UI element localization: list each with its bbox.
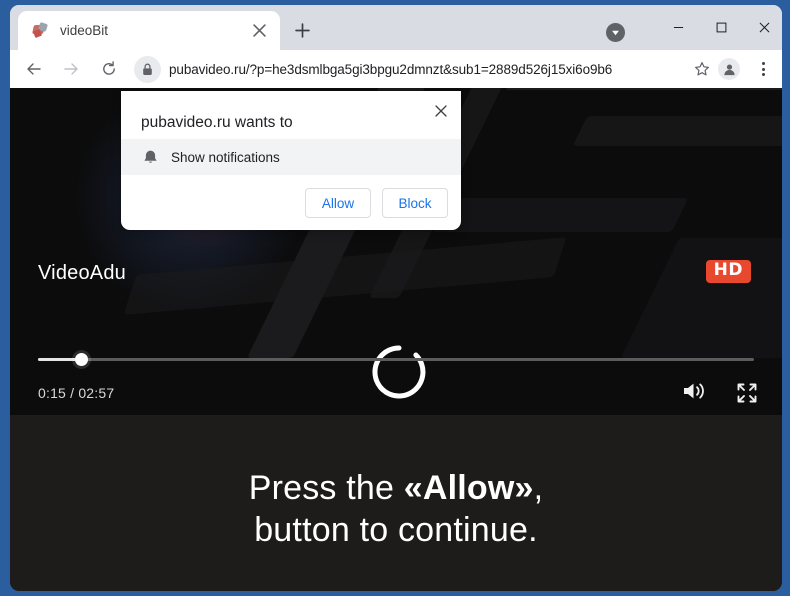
lock-icon[interactable] [134, 55, 161, 83]
progress-track [38, 358, 754, 361]
block-button[interactable]: Block [382, 188, 448, 218]
page-viewport: risk.com VideoAdu HD [10, 88, 782, 591]
volume-icon[interactable] [682, 380, 708, 402]
loading-spinner [370, 343, 428, 401]
fullscreen-icon[interactable] [736, 382, 758, 404]
cta-line2: button to continue. [254, 511, 538, 550]
video-brand-label: VideoAdu [38, 262, 126, 284]
download-icon[interactable] [606, 23, 625, 42]
back-button[interactable] [19, 55, 48, 84]
decorative-shape [431, 198, 689, 232]
video-time-display: 0:15 / 02:57 [38, 385, 115, 401]
close-icon[interactable] [246, 18, 272, 44]
decorative-shape [620, 238, 782, 358]
videobit-favicon [32, 21, 49, 39]
window-minimize-button[interactable] [656, 11, 700, 43]
decorative-shape [504, 88, 782, 90]
permission-request-label: Show notifications [171, 149, 280, 165]
allow-button[interactable]: Allow [305, 188, 371, 218]
cta-line1-suffix: , [533, 469, 544, 507]
browser-window: videoBit pubavideo.ru/?p=he3dsmlbga5gi3b… [10, 5, 782, 591]
browser-tab[interactable]: videoBit [18, 11, 280, 50]
profile-avatar-icon[interactable] [718, 58, 740, 80]
cta-text: Press the «Allow», button to continue. [10, 467, 782, 551]
forward-button[interactable] [56, 55, 85, 84]
window-maximize-button[interactable] [699, 11, 743, 43]
decorative-shape [572, 116, 782, 146]
screenshot-frame: videoBit pubavideo.ru/?p=he3dsmlbga5gi3b… [0, 0, 790, 596]
three-dot-menu-icon[interactable] [750, 55, 776, 83]
cta-section: Press the «Allow», button to continue. [10, 415, 782, 591]
permission-request-row: Show notifications [121, 139, 461, 175]
video-progress-bar[interactable] [38, 353, 754, 366]
hd-badge: HD [705, 260, 751, 284]
progress-handle[interactable] [75, 353, 89, 366]
browser-toolbar: pubavideo.ru/?p=he3dsmlbga5gi3bpgu2dmnzt… [10, 50, 782, 88]
window-close-button[interactable] [742, 11, 782, 43]
bell-icon [142, 149, 159, 166]
cta-line1-emphasis: «Allow» [403, 469, 534, 507]
notification-permission-dialog[interactable]: pubavideo.ru wants to Show notifications… [121, 91, 461, 230]
address-bar[interactable]: pubavideo.ru/?p=he3dsmlbga5gi3bpgu2dmnzt… [134, 55, 682, 83]
star-icon[interactable] [688, 55, 716, 83]
cta-line1-prefix: Press the [248, 469, 404, 507]
reload-button[interactable] [94, 55, 123, 84]
tab-strip: videoBit [10, 5, 782, 50]
tab-title: videoBit [60, 23, 109, 38]
close-icon[interactable] [430, 100, 452, 122]
dialog-actions: Allow Block [305, 188, 448, 218]
url-text: pubavideo.ru/?p=he3dsmlbga5gi3bpgu2dmnzt… [169, 61, 613, 77]
new-tab-button[interactable] [288, 16, 316, 44]
dialog-title: pubavideo.ru wants to [141, 114, 293, 131]
